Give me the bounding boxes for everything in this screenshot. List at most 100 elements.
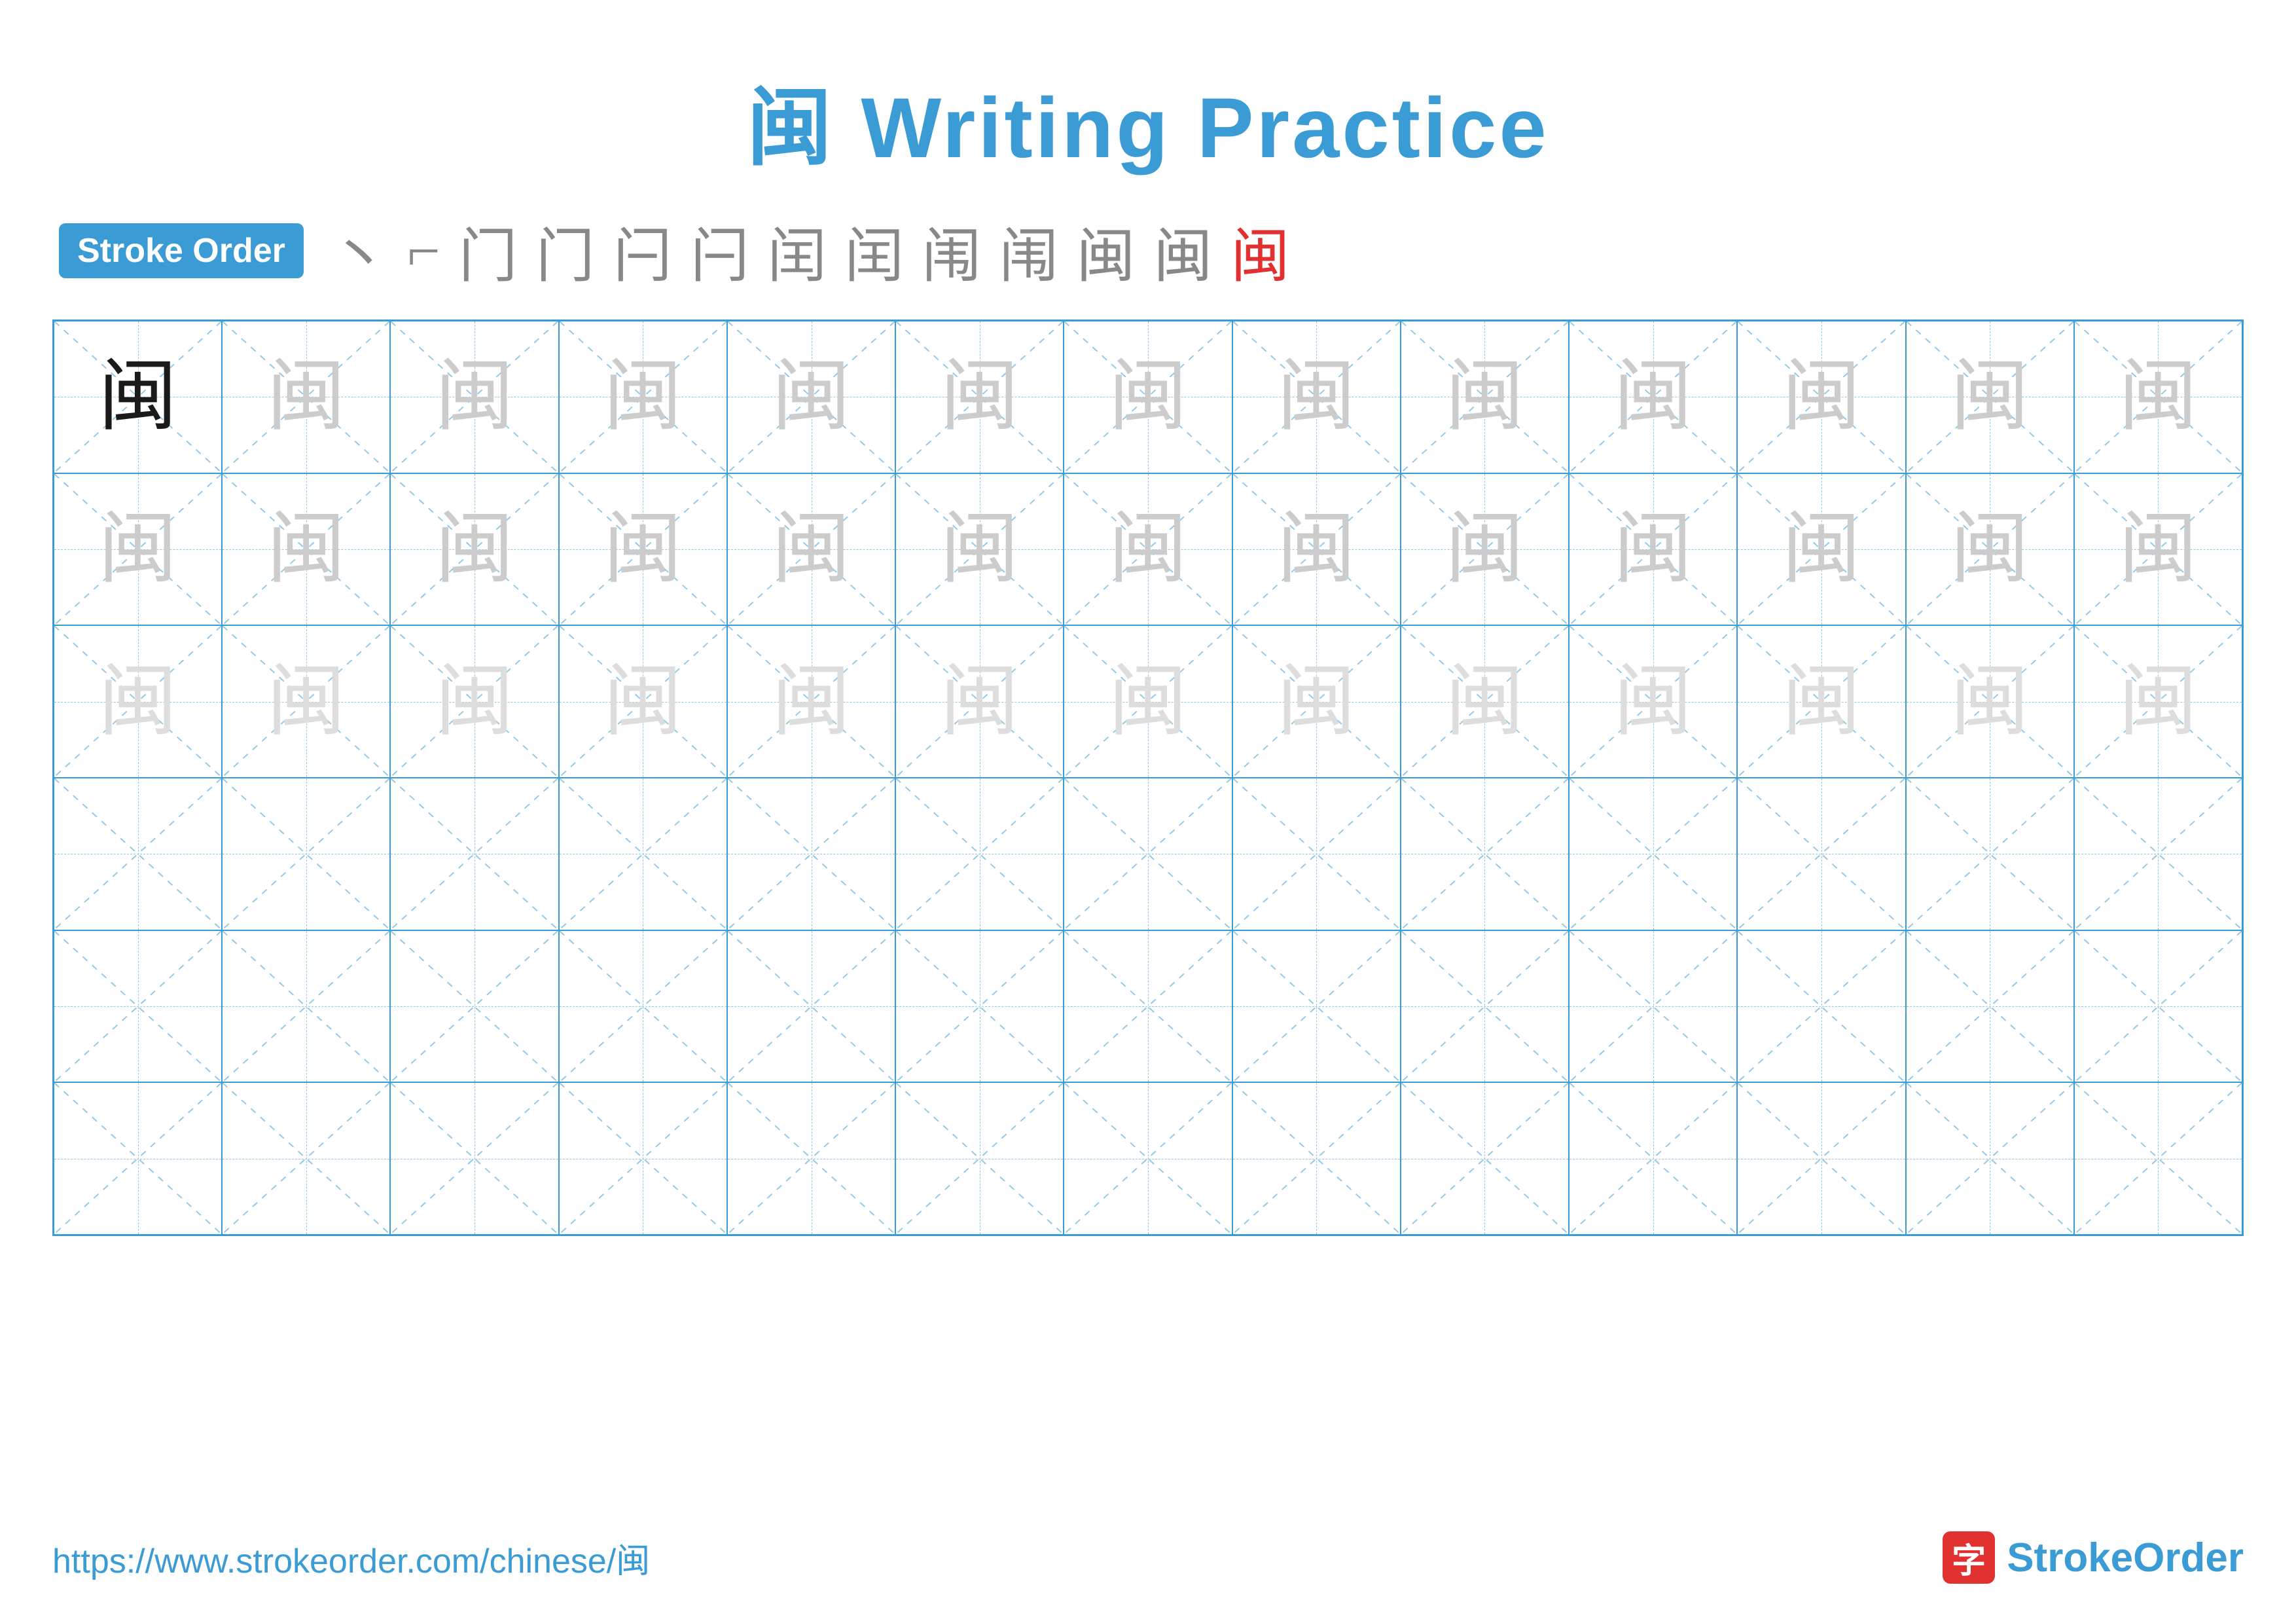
grid-cell-1-5[interactable]: 闽 [895, 473, 1064, 626]
grid-cell-4-1[interactable] [222, 930, 390, 1083]
grid-cell-4-9[interactable] [1569, 930, 1737, 1083]
grid-cell-2-8[interactable]: 闽 [1401, 625, 1569, 778]
grid-cell-0-3[interactable]: 闽 [559, 321, 727, 473]
grid-cell-5-12[interactable] [2074, 1082, 2242, 1235]
grid-cell-5-2[interactable] [390, 1082, 558, 1235]
grid-cell-5-10[interactable] [1737, 1082, 1905, 1235]
grid-cell-5-5[interactable] [895, 1082, 1064, 1235]
grid-cell-2-5[interactable]: 闽 [895, 625, 1064, 778]
grid-cell-5-7[interactable] [1232, 1082, 1401, 1235]
grid-cell-5-11[interactable] [1906, 1082, 2074, 1235]
grid-cell-0-11[interactable]: 闽 [1906, 321, 2074, 473]
grid-cell-3-2[interactable] [390, 778, 558, 930]
grid-cell-1-0[interactable]: 闽 [54, 473, 222, 626]
grid-cell-0-8[interactable]: 闽 [1401, 321, 1569, 473]
grid-cell-3-11[interactable] [1906, 778, 2074, 930]
grid-cell-2-11[interactable]: 闽 [1906, 625, 2074, 778]
grid-cell-5-3[interactable] [559, 1082, 727, 1235]
grid-cell-1-3[interactable]: 闽 [559, 473, 727, 626]
grid-cell-3-12[interactable] [2074, 778, 2242, 930]
grid-cell-3-6[interactable] [1064, 778, 1232, 930]
grid-cell-0-4[interactable]: 闽 [727, 321, 895, 473]
grid-cell-1-10[interactable]: 闽 [1737, 473, 1905, 626]
grid-cell-3-1[interactable] [222, 778, 390, 930]
cell-char-1-4: 闽 [772, 510, 851, 589]
grid-cell-1-11[interactable]: 闽 [1906, 473, 2074, 626]
grid-cell-1-12[interactable]: 闽 [2074, 473, 2242, 626]
grid-cell-4-12[interactable] [2074, 930, 2242, 1083]
grid-cell-2-12[interactable]: 闽 [2074, 625, 2242, 778]
grid-cell-2-3[interactable]: 闽 [559, 625, 727, 778]
grid-cell-1-2[interactable]: 闽 [390, 473, 558, 626]
grid-cell-1-6[interactable]: 闽 [1064, 473, 1232, 626]
grid-cell-0-12[interactable]: 闽 [2074, 321, 2242, 473]
grid-cell-4-4[interactable] [727, 930, 895, 1083]
grid-cell-4-5[interactable] [895, 930, 1064, 1083]
grid-cell-3-10[interactable] [1737, 778, 1905, 930]
cell-char-0-6: 闽 [1109, 357, 1187, 436]
grid-cell-1-1[interactable]: 闽 [222, 473, 390, 626]
cell-char-1-1: 闽 [267, 510, 346, 589]
grid-cell-3-0[interactable] [54, 778, 222, 930]
cell-char-2-11: 闽 [1950, 663, 2029, 741]
grid-cell-4-7[interactable] [1232, 930, 1401, 1083]
grid-cell-5-9[interactable] [1569, 1082, 1737, 1235]
grid-cell-4-10[interactable] [1737, 930, 1905, 1083]
grid-cell-4-0[interactable] [54, 930, 222, 1083]
grid-cell-3-8[interactable] [1401, 778, 1569, 930]
grid-cell-1-4[interactable]: 闽 [727, 473, 895, 626]
grid-cell-0-7[interactable]: 闽 [1232, 321, 1401, 473]
grid-cell-2-0[interactable]: 闽 [54, 625, 222, 778]
grid-cell-3-5[interactable] [895, 778, 1064, 930]
stroke-12: 闽 [1154, 208, 1213, 293]
stroke-4: 门 [536, 208, 595, 293]
grid-cell-0-0[interactable]: 闽 [54, 321, 222, 473]
grid-cell-5-1[interactable] [222, 1082, 390, 1235]
grid-cell-1-8[interactable]: 闽 [1401, 473, 1569, 626]
cell-char-2-3: 闽 [603, 663, 682, 741]
grid-cell-0-2[interactable]: 闽 [390, 321, 558, 473]
footer-url[interactable]: https://www.strokeorder.com/chinese/闽 [52, 1533, 650, 1582]
grid-cell-3-4[interactable] [727, 778, 895, 930]
grid-cell-0-10[interactable]: 闽 [1737, 321, 1905, 473]
grid-cell-0-1[interactable]: 闽 [222, 321, 390, 473]
grid-cell-5-4[interactable] [727, 1082, 895, 1235]
grid-cell-3-3[interactable] [559, 778, 727, 930]
footer-logo: 字 StrokeOrder [1943, 1531, 2244, 1584]
grid-cell-4-6[interactable] [1064, 930, 1232, 1083]
stroke-11: 闽 [1077, 208, 1136, 293]
grid-cell-2-9[interactable]: 闽 [1569, 625, 1737, 778]
grid-cell-0-9[interactable]: 闽 [1569, 321, 1737, 473]
title-area: 闽 Writing Practice [52, 59, 2244, 182]
grid-cell-4-11[interactable] [1906, 930, 2074, 1083]
stroke-13: 闽 [1231, 208, 1290, 293]
grid-cell-4-8[interactable] [1401, 930, 1569, 1083]
grid-cell-4-3[interactable] [559, 930, 727, 1083]
cell-char-1-6: 闽 [1109, 510, 1187, 589]
grid-cell-2-7[interactable]: 闽 [1232, 625, 1401, 778]
grid-cell-5-0[interactable] [54, 1082, 222, 1235]
grid-cell-4-2[interactable] [390, 930, 558, 1083]
grid-cell-3-9[interactable] [1569, 778, 1737, 930]
grid-cell-2-4[interactable]: 闽 [727, 625, 895, 778]
grid-cell-5-6[interactable] [1064, 1082, 1232, 1235]
grid-cell-1-7[interactable]: 闽 [1232, 473, 1401, 626]
cell-char-2-0: 闽 [99, 663, 177, 741]
grid-cell-2-10[interactable]: 闽 [1737, 625, 1905, 778]
cell-char-2-2: 闽 [435, 663, 514, 741]
grid-cell-0-6[interactable]: 闽 [1064, 321, 1232, 473]
grid-cell-0-5[interactable]: 闽 [895, 321, 1064, 473]
cell-char-0-10: 闽 [1782, 357, 1861, 436]
cell-char-0-7: 闽 [1277, 357, 1355, 436]
grid-cell-5-8[interactable] [1401, 1082, 1569, 1235]
page-title: 闽 Writing Practice [747, 80, 1549, 175]
stroke-1: 丶 [330, 208, 389, 293]
grid-cell-2-1[interactable]: 闽 [222, 625, 390, 778]
grid-cell-2-2[interactable]: 闽 [390, 625, 558, 778]
cell-char-2-1: 闽 [267, 663, 346, 741]
grid-cell-3-7[interactable] [1232, 778, 1401, 930]
grid-cell-2-6[interactable]: 闽 [1064, 625, 1232, 778]
grid-cell-1-9[interactable]: 闽 [1569, 473, 1737, 626]
cell-char-1-5: 闽 [941, 510, 1019, 589]
footer: https://www.strokeorder.com/chinese/闽 字 … [52, 1531, 2244, 1584]
